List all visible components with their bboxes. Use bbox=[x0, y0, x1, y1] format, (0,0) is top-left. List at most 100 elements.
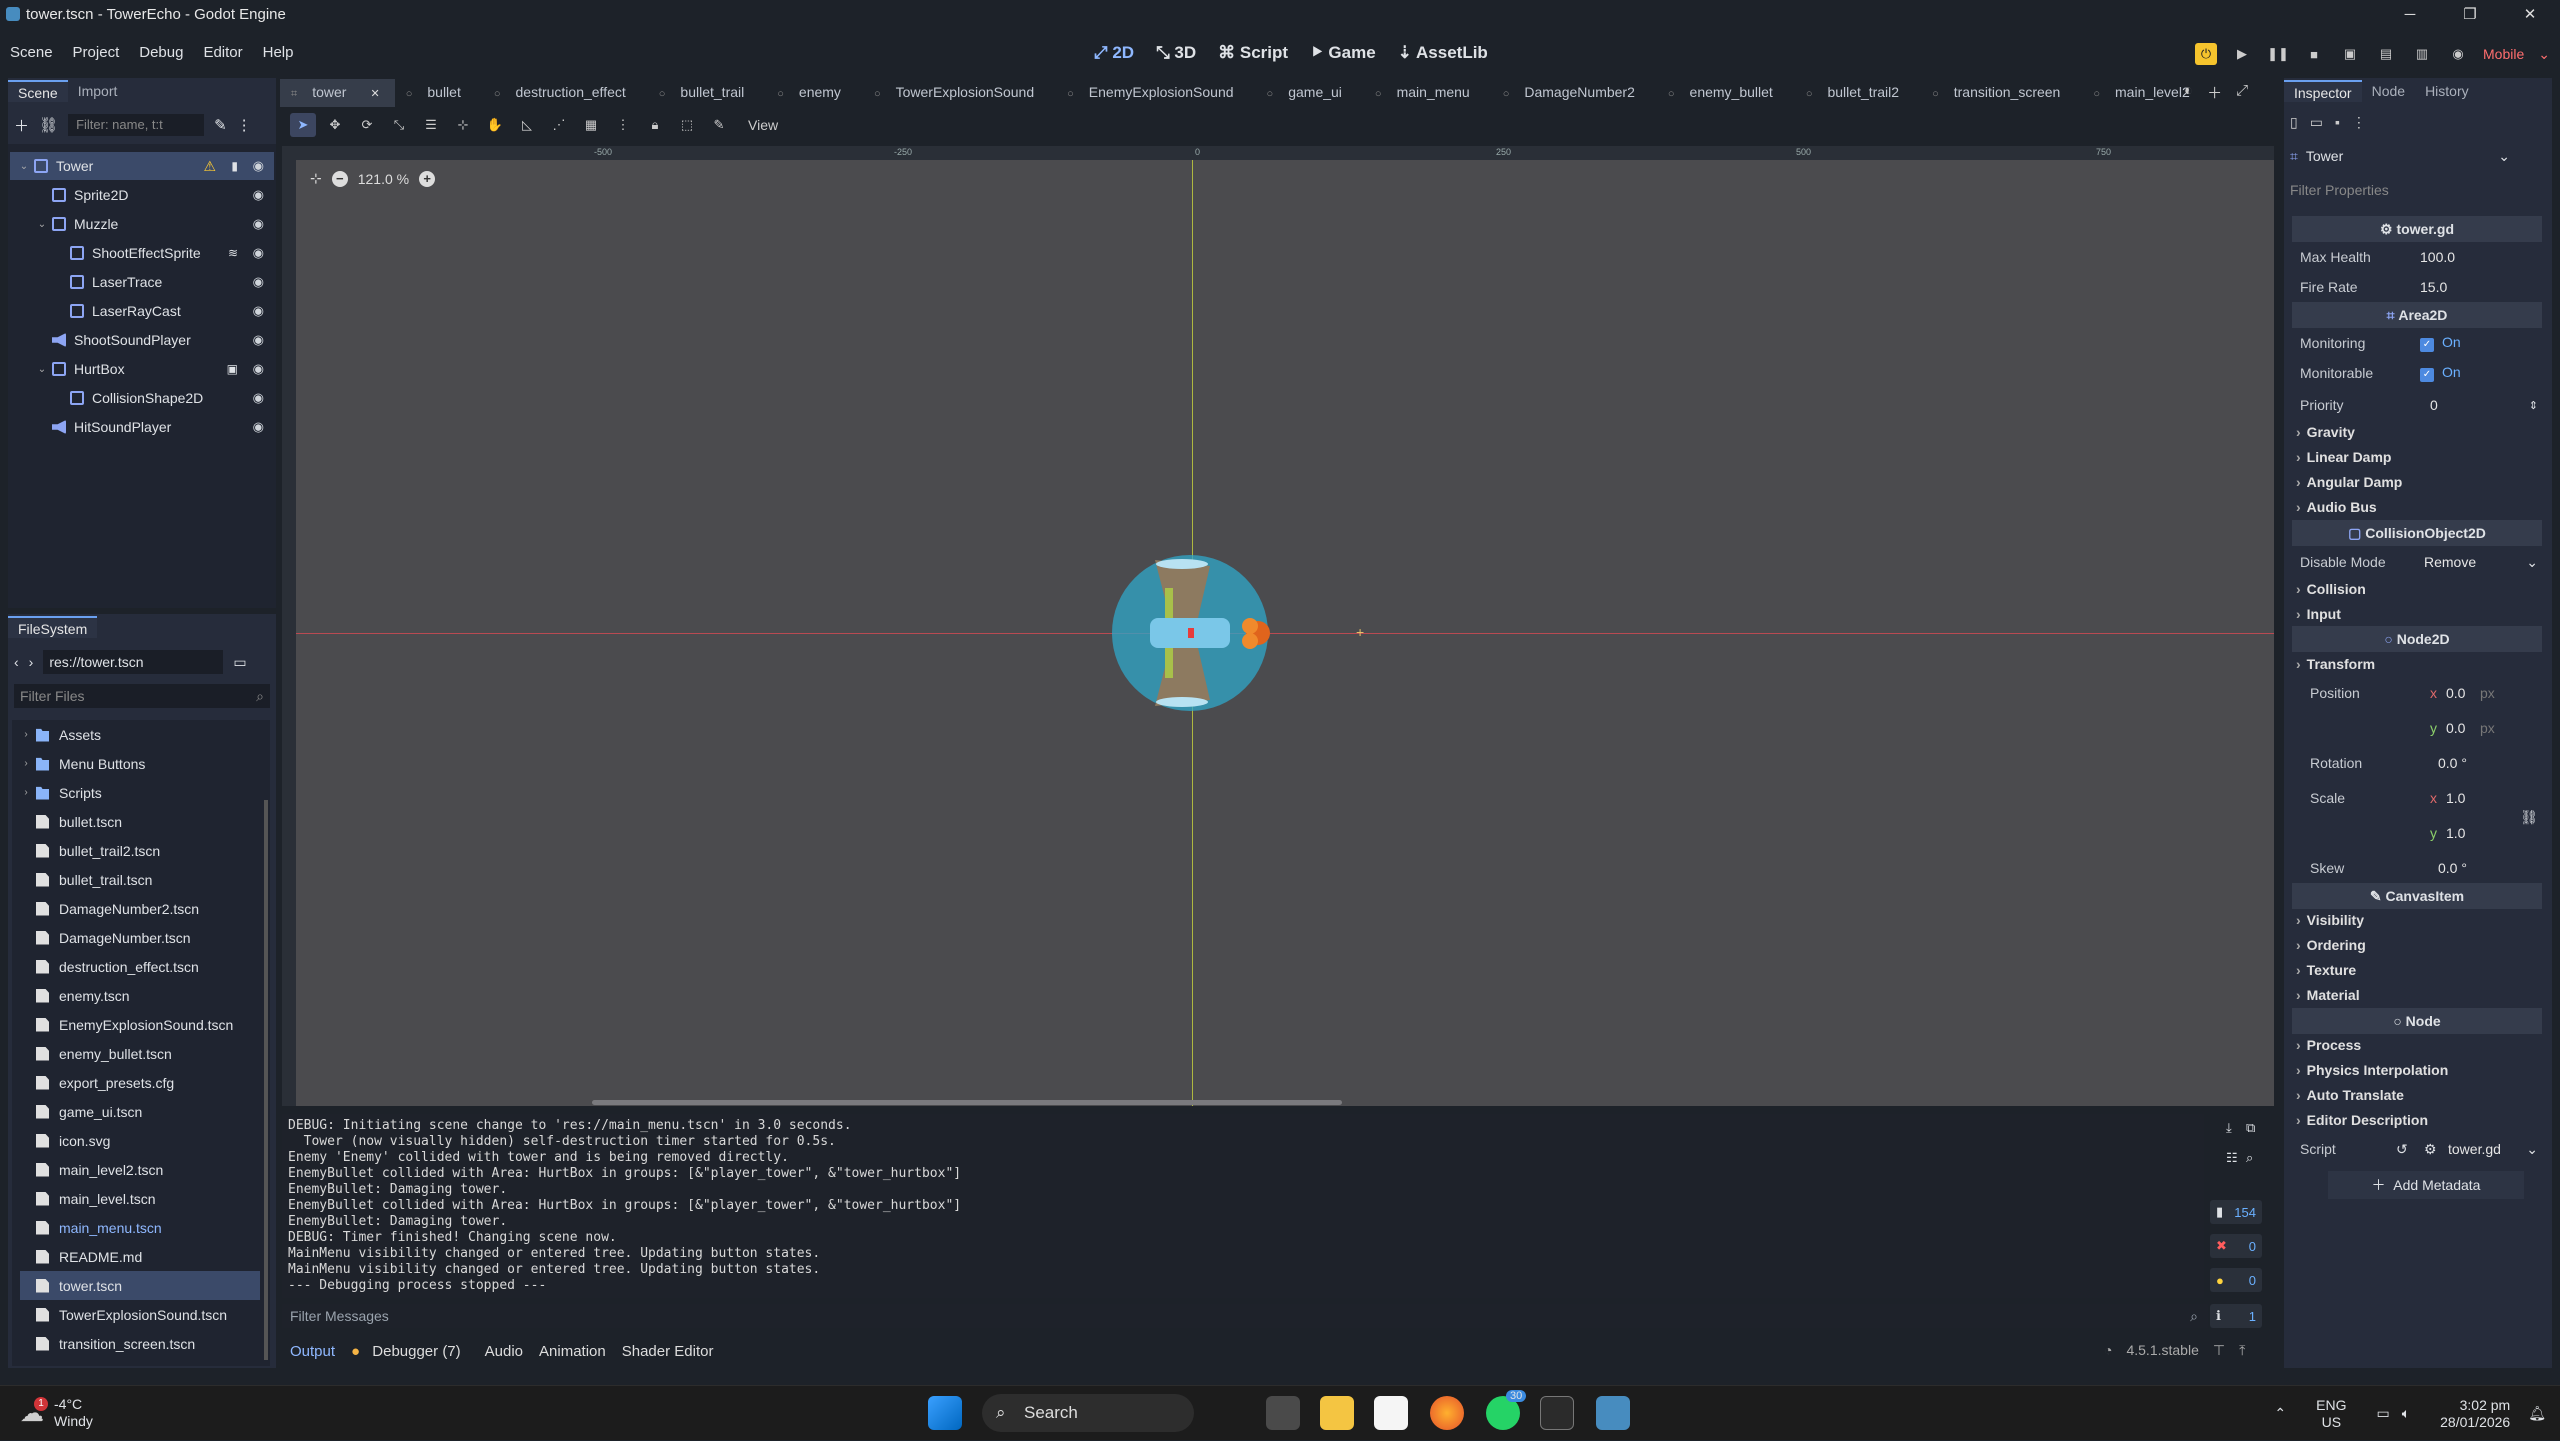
minimize-button[interactable]: ─ bbox=[2380, 0, 2440, 28]
scene-tab-bullet_trail2[interactable]: ○ bullet_trail2 bbox=[1795, 79, 1921, 107]
scene-menu-icon[interactable]: ⋮ bbox=[237, 116, 252, 134]
language-indicator[interactable]: ENG US bbox=[2316, 1397, 2346, 1431]
inspector-section-editor-description[interactable]: Editor Description bbox=[2296, 1108, 2428, 1132]
file-item[interactable]: DamageNumber2.tscn bbox=[20, 894, 260, 923]
eye-icon[interactable]: ◉ bbox=[253, 419, 264, 435]
firefox-icon[interactable] bbox=[1430, 1396, 1464, 1430]
version-label[interactable]: 4.5.1.stable bbox=[2126, 1342, 2198, 1359]
script-attach-icon[interactable]: ✎ bbox=[214, 116, 227, 134]
pin-icon[interactable]: ⊤ bbox=[2213, 1342, 2225, 1359]
stop-icon[interactable]: ■ bbox=[2303, 43, 2325, 65]
scene-node-hitsoundplayer[interactable]: HitSoundPlayer ◉ bbox=[10, 413, 274, 441]
rotate-tool-icon[interactable]: ⟳ bbox=[354, 113, 380, 137]
chevron-down-icon[interactable]: ⌄ bbox=[36, 219, 48, 230]
menu-debug[interactable]: Debug bbox=[129, 40, 193, 66]
start-icon[interactable] bbox=[928, 1396, 962, 1430]
file-item[interactable]: EnemyExplosionSound.tscn bbox=[20, 1010, 260, 1039]
lock-icon[interactable]: 🔒︎ bbox=[642, 113, 668, 137]
whatsapp-icon[interactable]: 30 bbox=[1486, 1390, 1527, 1430]
zoom-in-icon[interactable]: + bbox=[419, 170, 436, 187]
canvas-item-header[interactable]: ✎ CanvasItem bbox=[2292, 883, 2542, 909]
2d-viewport[interactable]: -500 -250 0 250 500 750 ⊹ − 121.0 % + + bbox=[282, 146, 2274, 1106]
transform-section[interactable]: Transform bbox=[2296, 652, 2375, 676]
tab-history-icon[interactable]: ◐ bbox=[2184, 82, 2193, 103]
clock[interactable]: 3:02 pm 28/01/2026 bbox=[2440, 1397, 2510, 1431]
main-screen-script[interactable]: ⌘ Script bbox=[1218, 40, 1288, 66]
warning-icon[interactable]: ⚠ bbox=[203, 158, 216, 175]
view-menu[interactable]: View bbox=[748, 117, 778, 133]
tower-sprite[interactable] bbox=[1110, 548, 1280, 718]
file-item[interactable]: README.md bbox=[20, 1242, 260, 1271]
inspector-section-auto-translate[interactable]: Auto Translate bbox=[2296, 1083, 2404, 1107]
scene-tab-tower[interactable]: ⌗ tower ✕ bbox=[280, 79, 395, 107]
eye-icon[interactable]: ◉ bbox=[253, 187, 264, 203]
eye-icon[interactable]: ◉ bbox=[253, 274, 264, 290]
snap-options-icon[interactable]: ⋮ bbox=[610, 113, 636, 137]
tab-inspector[interactable]: Inspector bbox=[2284, 80, 2362, 102]
rotation-field[interactable]: 0.0 ° bbox=[2438, 755, 2467, 771]
pivot-tool-icon[interactable]: ⊹ bbox=[450, 113, 476, 137]
godot-taskbar-icon[interactable] bbox=[1596, 1396, 1630, 1430]
file-explorer-icon[interactable] bbox=[1320, 1396, 1354, 1430]
script-resource-field[interactable]: tower.gd bbox=[2448, 1141, 2501, 1157]
scene-tab-transition_screen[interactable]: ○ transition_screen bbox=[1921, 79, 2082, 107]
position-y-field[interactable]: 0.0 bbox=[2446, 720, 2465, 736]
script-section-header[interactable]: ⚙ tower.gd bbox=[2292, 216, 2542, 242]
eye-icon[interactable]: ◉ bbox=[253, 390, 264, 406]
zoom-level[interactable]: 121.0 % bbox=[358, 171, 409, 187]
file-item[interactable]: export_presets.cfg bbox=[20, 1068, 260, 1097]
ruler-tool-icon[interactable]: ◺ bbox=[514, 113, 540, 137]
scene-tab-towerexplosionsound[interactable]: ○ TowerExplosionSound bbox=[863, 79, 1056, 107]
chevron-down-icon[interactable]: ⌄ bbox=[18, 161, 30, 172]
file-item[interactable]: game_ui.tscn bbox=[20, 1097, 260, 1126]
tab-audio[interactable]: Audio bbox=[477, 1343, 531, 1360]
chevron-right-icon[interactable]: › bbox=[20, 787, 32, 798]
inspector-section-visibility[interactable]: Visibility bbox=[2296, 908, 2364, 932]
notifications-icon[interactable]: 🔔︎ bbox=[2528, 1405, 2546, 1422]
tab-output[interactable]: Output bbox=[282, 1343, 343, 1360]
eye-icon[interactable]: ◉ bbox=[253, 361, 264, 377]
close-button[interactable]: ✕ bbox=[2500, 0, 2560, 28]
pan-tool-icon[interactable]: ✋ bbox=[482, 113, 508, 137]
signal-icon[interactable]: ≋ bbox=[228, 246, 238, 260]
file-item[interactable]: main_menu.tscn bbox=[20, 1213, 260, 1242]
weather-widget[interactable]: ☁ 1 -4°C Windy bbox=[20, 1396, 93, 1430]
eye-icon[interactable]: ◉ bbox=[253, 245, 264, 261]
viewport-scrollbar[interactable] bbox=[592, 1100, 1342, 1105]
inspector-section-audio-bus[interactable]: Audio Bus bbox=[2296, 495, 2377, 519]
file-item[interactable]: TowerExplosionSound.tscn bbox=[20, 1300, 260, 1329]
play-custom-icon[interactable]: ▤ bbox=[2375, 43, 2397, 65]
list-select-icon[interactable]: ☰ bbox=[418, 113, 444, 137]
inspector-section-collision[interactable]: Collision bbox=[2296, 577, 2366, 601]
zoom-out-icon[interactable]: − bbox=[331, 170, 348, 187]
copy-output-icon[interactable]: ⧉ bbox=[2246, 1120, 2255, 1136]
area2d-section-header[interactable]: ⌗ Area2D bbox=[2292, 302, 2542, 328]
forward-icon[interactable]: › bbox=[29, 654, 34, 670]
monitoring-checkbox[interactable]: ✓ On bbox=[2420, 334, 2461, 352]
taskbar-search[interactable]: ⌕ Search bbox=[982, 1394, 1194, 1432]
unity-icon[interactable] bbox=[1540, 1396, 1574, 1430]
file-item[interactable]: destruction_effect.tscn bbox=[20, 952, 260, 981]
scene-node-shootsoundplayer[interactable]: ShootSoundPlayer ◉ bbox=[10, 326, 274, 354]
tab-scene[interactable]: Scene bbox=[8, 80, 68, 102]
save-icon[interactable]: ▪ bbox=[2335, 114, 2340, 131]
file-item[interactable]: bullet.tscn bbox=[20, 807, 260, 836]
priority-field[interactable]: 0 bbox=[2430, 397, 2438, 413]
tab-import[interactable]: Import bbox=[68, 80, 128, 102]
file-item[interactable]: main_level.tscn bbox=[20, 1184, 260, 1213]
warning-count-badge[interactable]: ● 0 bbox=[2210, 1268, 2262, 1292]
back-icon[interactable]: ‹ bbox=[14, 654, 19, 670]
scene-node-tower[interactable]: ⌄ Tower ⚠ ▮ ◉ bbox=[10, 152, 274, 180]
path-field[interactable]: res://tower.tscn bbox=[43, 650, 224, 674]
info-count-badge[interactable]: ℹ1 bbox=[2210, 1304, 2262, 1328]
disable-mode-select[interactable]: Remove bbox=[2424, 554, 2476, 570]
max-health-field[interactable]: 100.0 bbox=[2420, 249, 2455, 265]
file-item[interactable]: transition_screen.tscn bbox=[20, 1329, 260, 1358]
select-tool-icon[interactable]: ➤ bbox=[290, 113, 316, 137]
file-item[interactable]: › Assets bbox=[20, 720, 260, 749]
spinner-icon[interactable]: ⇕ bbox=[2529, 399, 2538, 412]
renderer-select[interactable]: Mobile bbox=[2483, 46, 2524, 62]
group-icon[interactable]: ⬚ bbox=[674, 113, 700, 137]
skew-field[interactable]: 0.0 ° bbox=[2438, 860, 2467, 876]
file-item[interactable]: icon.svg bbox=[20, 1126, 260, 1155]
